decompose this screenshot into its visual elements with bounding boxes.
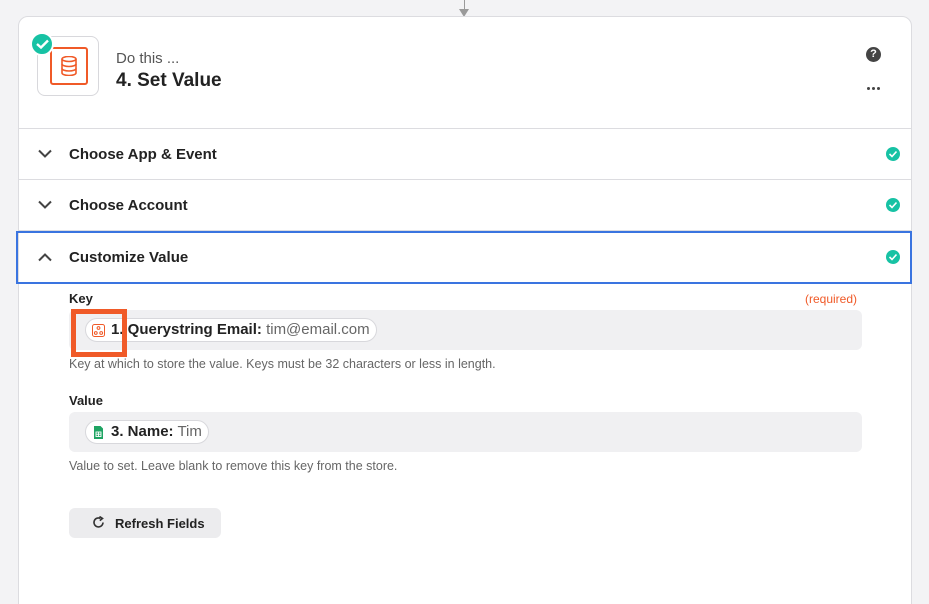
value-field-label: Value [69, 393, 103, 408]
pill-field-name: 1. Querystring Email: [111, 321, 262, 338]
section-customize-value[interactable]: Customize Value [16, 231, 912, 284]
complete-check-icon [886, 250, 900, 264]
google-sheets-icon [94, 426, 103, 439]
step-subtitle: Do this ... [116, 50, 180, 67]
key-field-label: Key [69, 291, 93, 306]
complete-check-icon [886, 147, 900, 161]
section-label: Choose Account [69, 197, 188, 214]
section-choose-app-event[interactable]: Choose App & Event [19, 129, 911, 180]
more-options-icon[interactable] [866, 84, 882, 92]
step-complete-check-icon [30, 32, 54, 56]
value-input[interactable]: 3. Name: Tim [69, 412, 862, 452]
pill-field-value: Tim [177, 423, 202, 440]
value-mapped-field-pill[interactable]: 3. Name: Tim [85, 420, 209, 444]
key-help-text: Key at which to store the value. Keys mu… [69, 357, 496, 371]
refresh-fields-button[interactable]: Refresh Fields [69, 508, 221, 538]
pill-field-name: 3. Name: [111, 423, 174, 440]
key-mapped-field-pill[interactable]: 1. Querystring Email: tim@email.com [85, 318, 377, 342]
complete-check-icon [886, 198, 900, 212]
refresh-fields-label: Refresh Fields [115, 516, 205, 531]
section-label: Choose App & Event [69, 146, 217, 163]
value-help-text: Value to set. Leave blank to remove this… [69, 459, 398, 473]
required-indicator: (required) [805, 292, 858, 306]
step-card: Do this ... 4. Set Value ? Choose App & … [16, 16, 912, 604]
step-title: 4. Set Value [116, 70, 222, 91]
refresh-icon [93, 516, 104, 528]
section-choose-account[interactable]: Choose Account [19, 180, 911, 231]
webhook-icon [92, 324, 105, 337]
chevron-down-icon [38, 200, 52, 209]
storage-app-icon [50, 47, 88, 85]
chevron-up-icon [38, 253, 52, 262]
step-header: Do this ... 4. Set Value ? [19, 17, 911, 129]
section-label: Customize Value [69, 249, 189, 266]
help-icon[interactable]: ? [866, 47, 881, 62]
pill-field-value: tim@email.com [266, 321, 370, 338]
chevron-down-icon [38, 149, 52, 158]
key-input[interactable]: 1. Querystring Email: tim@email.com [69, 310, 862, 350]
